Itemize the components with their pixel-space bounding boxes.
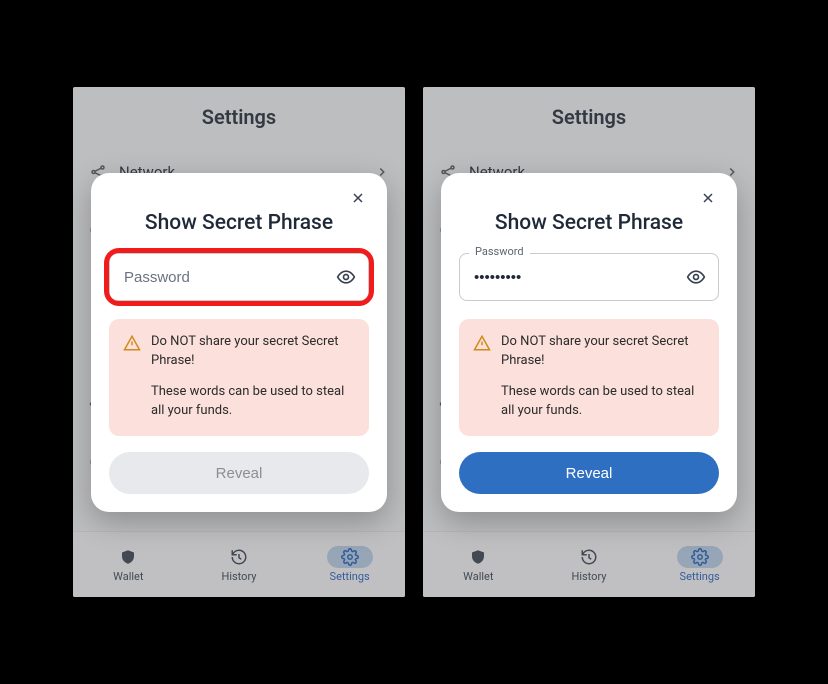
nav-label: History xyxy=(571,570,606,583)
bottom-nav: Wallet History Settings xyxy=(73,531,405,597)
warning-line-2: These words can be used to steal all you… xyxy=(501,383,705,421)
warning-text: Do NOT share your secret Secret Phrase! … xyxy=(151,333,355,420)
eye-icon xyxy=(686,267,706,287)
shield-solid-icon xyxy=(105,546,151,568)
toggle-password-visibility[interactable] xyxy=(333,264,359,290)
modal-title: Show Secret Phrase xyxy=(109,211,369,235)
phone-screenshot-right: Settings Network xyxy=(423,87,755,597)
modal-title: Show Secret Phrase xyxy=(459,211,719,235)
eye-icon xyxy=(336,267,356,287)
nav-label: History xyxy=(221,570,256,583)
warning-line-1: Do NOT share your secret Secret Phrase! xyxy=(501,333,705,371)
close-icon xyxy=(700,190,716,206)
nav-label: Wallet xyxy=(113,570,143,583)
history-icon xyxy=(216,546,262,568)
nav-history[interactable]: History xyxy=(206,542,272,587)
warning-box: Do NOT share your secret Secret Phrase! … xyxy=(459,319,719,436)
warning-line-1: Do NOT share your secret Secret Phrase! xyxy=(151,333,355,371)
nav-wallet[interactable]: Wallet xyxy=(445,542,511,587)
warning-line-2: These words can be used to steal all you… xyxy=(151,383,355,421)
gear-icon xyxy=(677,546,723,568)
nav-label: Settings xyxy=(680,570,720,583)
password-field-wrap: Password xyxy=(459,253,719,301)
nav-settings[interactable]: Settings xyxy=(317,542,383,587)
close-button[interactable] xyxy=(347,187,369,209)
nav-history[interactable]: History xyxy=(556,542,622,587)
reveal-button[interactable]: Reveal xyxy=(459,452,719,494)
toggle-password-visibility[interactable] xyxy=(683,264,709,290)
bottom-nav: Wallet History Settings xyxy=(423,531,755,597)
gear-icon xyxy=(327,546,373,568)
close-button[interactable] xyxy=(697,187,719,209)
password-input[interactable] xyxy=(459,253,719,301)
nav-settings[interactable]: Settings xyxy=(667,542,733,587)
page-title: Settings xyxy=(423,87,755,143)
warning-box: Do NOT share your secret Secret Phrase! … xyxy=(109,319,369,436)
nav-label: Settings xyxy=(330,570,370,583)
warning-icon xyxy=(123,334,141,420)
history-icon xyxy=(566,546,612,568)
nav-label: Wallet xyxy=(463,570,493,583)
nav-wallet[interactable]: Wallet xyxy=(95,542,161,587)
secret-phrase-modal: Show Secret Phrase Password Do NOT share… xyxy=(91,173,387,512)
password-input[interactable] xyxy=(109,253,369,301)
shield-solid-icon xyxy=(455,546,501,568)
warning-icon xyxy=(473,334,491,420)
password-float-label: Password xyxy=(469,245,530,258)
password-field-wrap: Password xyxy=(109,253,369,301)
secret-phrase-modal: Show Secret Phrase Password Do NOT share… xyxy=(441,173,737,512)
phone-screenshot-left: Settings Network xyxy=(73,87,405,597)
close-icon xyxy=(350,190,366,206)
warning-text: Do NOT share your secret Secret Phrase! … xyxy=(501,333,705,420)
reveal-button[interactable]: Reveal xyxy=(109,452,369,494)
page-title: Settings xyxy=(73,87,405,143)
